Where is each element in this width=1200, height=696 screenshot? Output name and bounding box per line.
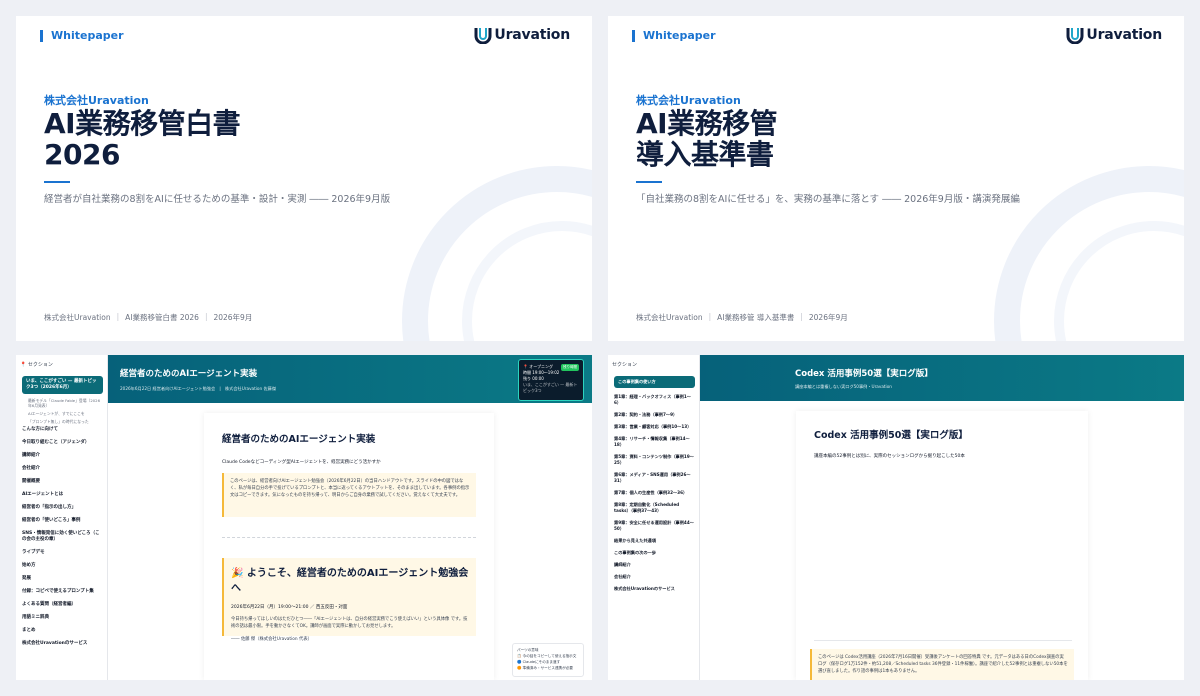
content-placeholder (814, 469, 1072, 641)
sidebar-item[interactable]: 始め方 (22, 563, 103, 569)
accent-bar (636, 181, 662, 183)
section-sidebar: 📍 セクション いま、ここがすごい — 最新トピック3つ（2026年6月） 最新… (16, 355, 108, 680)
sidebar-item[interactable]: 結果から見えた共通項 (614, 538, 695, 544)
sidebar-item[interactable]: 開催概要 (22, 479, 103, 485)
sidebar-item-active[interactable]: いま、ここがすごい — 最新トピック3つ（2026年6月） (22, 376, 103, 394)
sidebar-item[interactable]: 第9章：安全に任せる運用設計（事例44〜50） (614, 520, 695, 532)
sidebar-item[interactable]: 付録：コピペで使えるプロンプト集 (22, 589, 103, 595)
whitepaper-tag: Whitepaper (632, 30, 716, 42)
sidebar-item[interactable]: よくある質問（経営者編） (22, 602, 103, 608)
banner-subtitle: 講座本編とは重複しない実ログ50事例・Uravation (795, 384, 892, 389)
handout-page-ai-agent: 📍 セクション いま、ここがすごい — 最新トピック3つ（2026年6月） 最新… (16, 355, 592, 680)
title-line: AI業務移管 (636, 107, 778, 140)
title-line: 導入基準書 (636, 138, 774, 171)
footer-item: 株式会社Uravation (636, 313, 703, 322)
cover-footer: 株式会社Uravation | AI業務移管 導入基準書 | 2026年9月 (636, 312, 848, 322)
company-name: 株式会社Uravation (636, 94, 741, 107)
sidebar-item[interactable]: 第3章：営業・顧客対応（事例10〜13） (614, 424, 695, 430)
footer-item: 株式会社Uravation (44, 313, 111, 322)
card-title: 経営者のためのAIエージェント実装 (222, 434, 376, 445)
sidebar-item[interactable]: 経営者の「使いどころ」事例 (22, 518, 103, 524)
handout-page-codex: セクション この事例集の使い方 第1章：経理・バックオフィス（事例1〜6） 第2… (608, 355, 1184, 680)
sidebar-item[interactable]: こんな方に向けて (22, 427, 103, 433)
sidebar-subitem[interactable]: AIエージェントが、すでにここを (28, 411, 103, 416)
card-title: Codex 活用事例50選【実ログ版】 (814, 430, 968, 441)
accent-bar (44, 181, 70, 183)
title-line: AI業務移管白書 (44, 107, 241, 140)
sidebar-item[interactable]: AIエージェントとは (22, 492, 103, 498)
banner-title: 経営者のためのAIエージェント実装 (120, 369, 258, 379)
sidebar-item[interactable]: 用語ミニ辞典 (22, 615, 103, 621)
welcome-body: 今日持ち帰ってほしいのはただひとつ――「AIエージェントは、自分の経営実務でこう… (231, 617, 468, 629)
timer-status-badge: 残り時間 (561, 364, 579, 371)
divider (222, 537, 476, 538)
sidebar-item[interactable]: まとめ (22, 628, 103, 634)
sidebar-header: セクション (612, 362, 638, 368)
uravation-logo-icon (474, 28, 492, 44)
page-banner: Codex 活用事例50選【実ログ版】 講座本編とは重複しない実ログ50事例・U… (700, 355, 1184, 401)
sidebar-item[interactable]: 今日取り組むこと（アジェンダ） (22, 440, 103, 446)
cover-title: AI業務移管白書 2026 (44, 107, 241, 171)
sidebar-item[interactable]: 第8章：定期自動化（Scheduled tasks）（事例37〜43） (614, 502, 695, 514)
sidebar-item[interactable]: 会社紹介 (614, 574, 695, 580)
welcome-box: 🎉 ようこそ、経営者のためのAIエージェント勉強会へ 2026年6月22日（月）… (222, 558, 476, 642)
welcome-signature: ―― 佐藤 傑（株式会社Uravation 代表） (231, 637, 312, 642)
sidebar-item[interactable]: 会社紹介 (22, 466, 103, 472)
welcome-date: 2026年6月22日（月）19:00〜21:00 ／ 西五反田・対面 (231, 605, 348, 610)
uravation-logo: Uravation (1066, 26, 1162, 44)
company-name: 株式会社Uravation (44, 94, 149, 107)
sidebar-item[interactable]: 講師紹介 (614, 562, 695, 568)
timer-popup[interactable]: 📍 オープニング 残り時間 時間 19:00〜19:02 残り 00:00 いま… (518, 359, 584, 401)
sidebar-item[interactable]: ライブデモ (22, 550, 103, 556)
sidebar-item[interactable]: 発展 (22, 576, 103, 582)
sidebar-item-active[interactable]: この事例集の使い方 (614, 376, 695, 388)
footer-item: 2026年9月 (808, 313, 848, 322)
cover-footer: 株式会社Uravation | AI業務移管白書 2026 | 2026年9月 (44, 312, 253, 322)
logo-text: Uravation (494, 27, 570, 43)
whitepaper-tag: Whitepaper (40, 30, 124, 42)
card-subtitle: 講座本編の52事例とは別に、実際のセッションログから掘り起こした50本 (814, 454, 965, 459)
footer-item: AI業務移管白書 2026 (125, 313, 199, 322)
section-sidebar: セクション この事例集の使い方 第1章：経理・バックオフィス（事例1〜6） 第2… (608, 355, 700, 680)
content-card: 経営者のためのAIエージェント実装 Claude Codeなどコーディング型AI… (204, 413, 494, 680)
cover-title: AI業務移管 導入基準書 (636, 107, 778, 171)
content-card: Codex 活用事例50選【実ログ版】 講座本編の52事例とは別に、実際のセッシ… (796, 411, 1088, 680)
sidebar-item[interactable]: 株式会社Uravationのサービス (614, 586, 695, 592)
cover-subtitle: 「自社業務の8割をAIに任せる」を、実務の基準に落とす ―― 2026年9月版・… (636, 194, 1020, 205)
title-line: 2026 (44, 138, 120, 171)
uravation-logo: Uravation (474, 26, 570, 44)
banner-title: Codex 活用事例50選【実ログ版】 (795, 369, 933, 379)
legend-box: パーツの意味 📋 今の話をコピーして使える指示文 🔵 Claudeにそのまま渡す… (512, 643, 584, 677)
footer-item: 2026年9月 (213, 313, 253, 322)
sidebar-item[interactable]: SNS・情報発信に効く使いどころ（この会の主役の章） (22, 531, 103, 543)
uravation-logo-icon (1066, 28, 1084, 44)
sidebar-item[interactable]: 第4章：リサーチ・情報収集（事例14〜18） (614, 436, 695, 448)
intro-note: このページは、経営者向けAIエージェント勉強会（2026年6月22日）の当日ハン… (222, 473, 476, 517)
sidebar-subitem[interactable]: 最新モデル「Claude Fable」登場（2026年6月発表） (28, 398, 103, 408)
slide-whitepaper-cover: Whitepaper Uravation 株式会社Uravation AI業務移… (16, 16, 592, 341)
cover-subtitle: 経営者が自社業務の8割をAIに任せるための基準・設計・実測 ―― 2026年9月… (44, 194, 391, 205)
sidebar-item[interactable]: この事例集の次の一歩 (614, 550, 695, 556)
sidebar-subitem[interactable]: 「プロンプト無し」の時代になった (28, 419, 103, 424)
welcome-title: 🎉 ようこそ、経営者のためのAIエージェント勉強会へ (231, 568, 469, 594)
legend-item: 🟠 準備済み・サービス連携が必要 (517, 666, 573, 670)
footer-item: AI業務移管 導入基準書 (717, 313, 795, 322)
banner-subtitle: 2026年6月22日 経営者向けAIエージェント勉強会 | 株式会社Uravat… (120, 386, 277, 391)
card-subtitle: Claude Codeなどコーディング型AIエージェントを、経営実務にどう活かす… (222, 460, 381, 465)
sidebar-item[interactable]: 第1章：経理・バックオフィス（事例1〜6） (614, 394, 695, 406)
sidebar-item[interactable]: 第2章：契約・法務（事例7〜9） (614, 412, 695, 418)
logo-text: Uravation (1086, 27, 1162, 43)
timer-topic: いま、ここがすごい — 最新トピック3つ (523, 382, 578, 393)
sidebar-item[interactable]: 第5章：資料・コンテンツ制作（事例19〜25） (614, 454, 695, 466)
slide-standards-cover: Whitepaper Uravation 株式会社Uravation AI業務移… (608, 16, 1184, 341)
sidebar-item[interactable]: 株式会社Uravationのサービス (22, 641, 103, 647)
sidebar-item[interactable]: 第6章：メディア・SNS運用（事例26〜31） (614, 472, 695, 484)
intro-note: このページは Codex活用講座（2026年7月16日開催）受講後アンケートの回… (810, 649, 1074, 680)
sidebar-item[interactable]: 講師紹介 (22, 453, 103, 459)
sidebar-item[interactable]: 経営者の「指示の出し方」 (22, 505, 103, 511)
sidebar-item[interactable]: 第7章：個人の生産性（事例32〜36） (614, 490, 695, 496)
sidebar-header: 📍 セクション (20, 362, 53, 368)
